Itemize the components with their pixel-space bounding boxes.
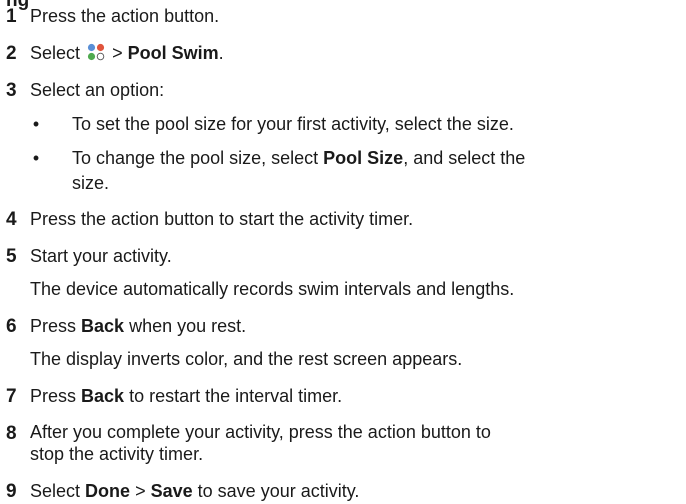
step-6-note: The display inverts color, and the rest … <box>30 349 463 369</box>
bullet-text: To set the pool size for your first acti… <box>72 114 514 134</box>
step-text-line-1: After you complete your activity, press … <box>30 422 491 442</box>
step-number: 2 <box>6 43 17 64</box>
step-number: 7 <box>6 386 17 407</box>
step-number: 1 <box>6 6 17 27</box>
step-text: After you complete your activity, press … <box>30 421 680 465</box>
menu-item-pool-swim: Pool Swim <box>127 43 219 63</box>
step-number: 6 <box>6 316 17 337</box>
step-text: Press Back to restart the interval timer… <box>30 386 343 406</box>
step-text: Press Back when you rest. <box>30 316 247 336</box>
step-number: 4 <box>6 209 17 230</box>
menu-item-done: Done <box>85 481 131 501</box>
bullet-dot: • <box>32 114 40 134</box>
step-number: 8 <box>6 423 17 444</box>
step-5-note: The device automatically records swim in… <box>30 279 515 299</box>
document-page: ng 1 Press the action button. 2 Select >… <box>0 0 686 503</box>
menu-separator: > <box>135 481 146 501</box>
step-text: Press the action button to start the act… <box>30 209 414 229</box>
bullet-dot: • <box>32 148 40 168</box>
bullet-text: To change the pool size, select Pool Siz… <box>72 146 682 196</box>
apps-icon <box>87 43 105 61</box>
step-text: Select Done > Save to save your activity… <box>30 481 360 501</box>
step-text: Select an option: <box>30 80 165 100</box>
button-name-back: Back <box>81 386 125 406</box>
step-text-post: . <box>218 43 224 63</box>
step-text-pre: Select <box>30 43 81 63</box>
step-text: Press the action button. <box>30 6 220 26</box>
menu-item-save: Save <box>150 481 193 501</box>
step-text: Start your activity. <box>30 246 172 266</box>
menu-item-pool-size: Pool Size <box>323 148 404 168</box>
bullet-text-line-1: To change the pool size, select Pool Siz… <box>72 148 526 168</box>
step-number: 5 <box>6 246 17 267</box>
step-text-line-2: stop the activity timer. <box>30 444 204 464</box>
step-text: Select > Pool Swim. <box>30 41 680 66</box>
menu-separator: > <box>112 43 123 63</box>
button-name-back: Back <box>81 316 125 336</box>
step-number: 3 <box>6 80 17 101</box>
bullet-text-line-2: size. <box>72 173 110 193</box>
step-number: 9 <box>6 481 17 502</box>
